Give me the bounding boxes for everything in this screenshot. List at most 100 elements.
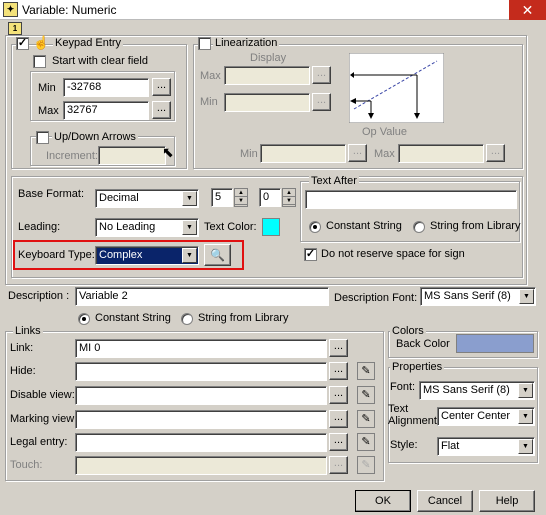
pencil-icon[interactable]: ✎ xyxy=(357,386,375,404)
leading-label: Leading: xyxy=(18,221,61,233)
text-color-swatch[interactable] xyxy=(262,218,280,236)
op-max-field[interactable] xyxy=(398,144,484,163)
chevron-down-icon[interactable]: ▼ xyxy=(182,220,197,235)
description-font-select[interactable]: MS Sans Serif (8) ▼ xyxy=(420,287,536,306)
linearization-label: Linearization xyxy=(213,37,280,49)
updown-label: Up/Down Arrows xyxy=(52,131,138,143)
link-row-browse-button[interactable]: ... xyxy=(329,386,348,404)
start-clear-checkbox[interactable] xyxy=(33,55,46,68)
ok-button[interactable]: OK xyxy=(355,490,411,512)
link-row-browse-button[interactable]: ... xyxy=(329,410,348,428)
keypad-entry-label: Keypad Entry xyxy=(53,37,124,49)
pencil-icon[interactable]: ✎ xyxy=(357,456,375,474)
app-icon: ✦ xyxy=(3,2,18,17)
spin-up-icon[interactable]: ▲ xyxy=(235,189,247,197)
colors-label: Colors xyxy=(390,325,426,337)
style-select[interactable]: Flat ▼ xyxy=(437,437,535,456)
base-format-select[interactable]: Decimal ▼ xyxy=(95,189,199,208)
chevron-down-icon[interactable]: ▼ xyxy=(518,409,533,424)
link-row-field[interactable] xyxy=(75,362,327,381)
link-row-label: Link: xyxy=(10,342,34,354)
link-row-field[interactable] xyxy=(75,433,327,452)
pencil-icon[interactable]: ✎ xyxy=(357,410,375,428)
link-row-browse-button[interactable]: ... xyxy=(329,456,348,474)
link-row-browse-button[interactable]: ... xyxy=(329,339,348,357)
display-max-field[interactable] xyxy=(224,66,310,85)
keyboard-type-value: Complex xyxy=(99,249,143,261)
link-row-label: Touch: xyxy=(10,459,43,471)
reserve-sign-checkbox[interactable]: ✓ xyxy=(304,248,317,261)
op-max-browse-button[interactable]: ... xyxy=(486,144,505,162)
keypad-max-field[interactable]: 32767 xyxy=(63,101,149,120)
description-constant-radio[interactable] xyxy=(78,313,90,325)
link-row-field[interactable] xyxy=(75,456,327,475)
text-after-field[interactable] xyxy=(305,190,517,209)
keypad-min-label: Min xyxy=(38,82,56,94)
description-font-value: MS Sans Serif (8) xyxy=(424,290,511,302)
link-row-browse-button[interactable]: ... xyxy=(329,433,348,451)
chevron-down-icon[interactable]: ▼ xyxy=(182,191,197,206)
chevron-down-icon[interactable]: ▼ xyxy=(182,248,197,263)
page-tab-icon[interactable]: 1 xyxy=(8,22,22,35)
property-font-value: MS Sans Serif (8) xyxy=(423,384,510,396)
text-alignment-label: Text Alignment xyxy=(388,403,437,427)
decimals-spinner[interactable]: ▲ ▼ xyxy=(282,188,296,207)
updown-checkbox[interactable] xyxy=(36,131,49,144)
increment-field[interactable] xyxy=(98,146,166,165)
digits-field[interactable]: 5 xyxy=(211,188,233,207)
description-constant-label: Constant String xyxy=(95,312,171,324)
chevron-down-icon[interactable]: ▼ xyxy=(518,383,533,398)
link-row-field[interactable] xyxy=(75,386,327,405)
linearization-graph xyxy=(349,53,444,123)
help-button[interactable]: Help xyxy=(479,490,535,512)
text-after-constant-radio[interactable] xyxy=(309,221,321,233)
base-format-value: Decimal xyxy=(99,192,139,204)
text-after-label: Text After xyxy=(309,175,359,187)
description-library-radio[interactable] xyxy=(181,313,193,325)
pencil-icon[interactable]: ✎ xyxy=(357,433,375,451)
leading-select[interactable]: No Leading ▼ xyxy=(95,218,199,237)
spin-up-icon[interactable]: ▲ xyxy=(283,189,295,197)
description-font-label: Description Font: xyxy=(334,292,418,304)
spin-down-icon[interactable]: ▼ xyxy=(235,197,247,205)
keypad-min-browse-button[interactable]: ... xyxy=(152,78,171,96)
cancel-button[interactable]: Cancel xyxy=(417,490,473,512)
keypad-hand-icon: ☝ xyxy=(33,35,50,50)
window-title: Variable: Numeric xyxy=(22,3,117,17)
display-min-browse-button[interactable]: ... xyxy=(312,93,331,111)
text-after-library-label: String from Library xyxy=(430,220,521,232)
op-min-browse-button[interactable]: ... xyxy=(348,144,367,162)
chevron-down-icon[interactable]: ▼ xyxy=(519,289,534,304)
keypad-min-field[interactable]: -32768 xyxy=(63,78,149,97)
display-max-browse-button[interactable]: ... xyxy=(312,66,331,84)
back-color-label: Back Color xyxy=(396,338,450,350)
keypad-max-label: Max xyxy=(38,105,59,117)
text-after-library-radio[interactable] xyxy=(413,221,425,233)
link-row-field[interactable] xyxy=(75,410,327,429)
description-field[interactable]: Variable 2 xyxy=(75,287,329,306)
link-row-field[interactable]: MI 0 xyxy=(75,339,327,358)
back-color-swatch[interactable] xyxy=(456,334,534,353)
pencil-icon[interactable]: ✎ xyxy=(357,362,375,380)
magnifier-icon: 🔍 xyxy=(210,248,225,262)
linearization-checkbox[interactable] xyxy=(198,37,211,50)
link-row-label: Marking view: xyxy=(10,413,78,425)
text-alignment-select[interactable]: Center Center ▼ xyxy=(437,407,535,426)
start-clear-label: Start with clear field xyxy=(52,55,148,67)
spin-down-icon[interactable]: ▼ xyxy=(283,197,295,205)
keyboard-type-select[interactable]: Complex ▼ xyxy=(95,246,199,265)
keypad-max-browse-button[interactable]: ... xyxy=(152,101,171,119)
display-min-field[interactable] xyxy=(224,93,310,112)
digits-spinner[interactable]: ▲ ▼ xyxy=(234,188,248,207)
link-row-label: Hide: xyxy=(10,365,36,377)
style-value: Flat xyxy=(441,440,460,452)
property-font-select[interactable]: MS Sans Serif (8) ▼ xyxy=(419,381,535,400)
display-max-label: Max xyxy=(200,70,221,82)
close-button[interactable]: ✕ xyxy=(509,0,546,20)
keyboard-magnifier-button[interactable]: 🔍 xyxy=(204,244,231,266)
decimals-field[interactable]: 0 xyxy=(259,188,281,207)
keypad-entry-checkbox[interactable]: ✓ xyxy=(16,37,29,50)
link-row-browse-button[interactable]: ... xyxy=(329,362,348,380)
op-min-field[interactable] xyxy=(260,144,346,163)
chevron-down-icon[interactable]: ▼ xyxy=(518,439,533,454)
